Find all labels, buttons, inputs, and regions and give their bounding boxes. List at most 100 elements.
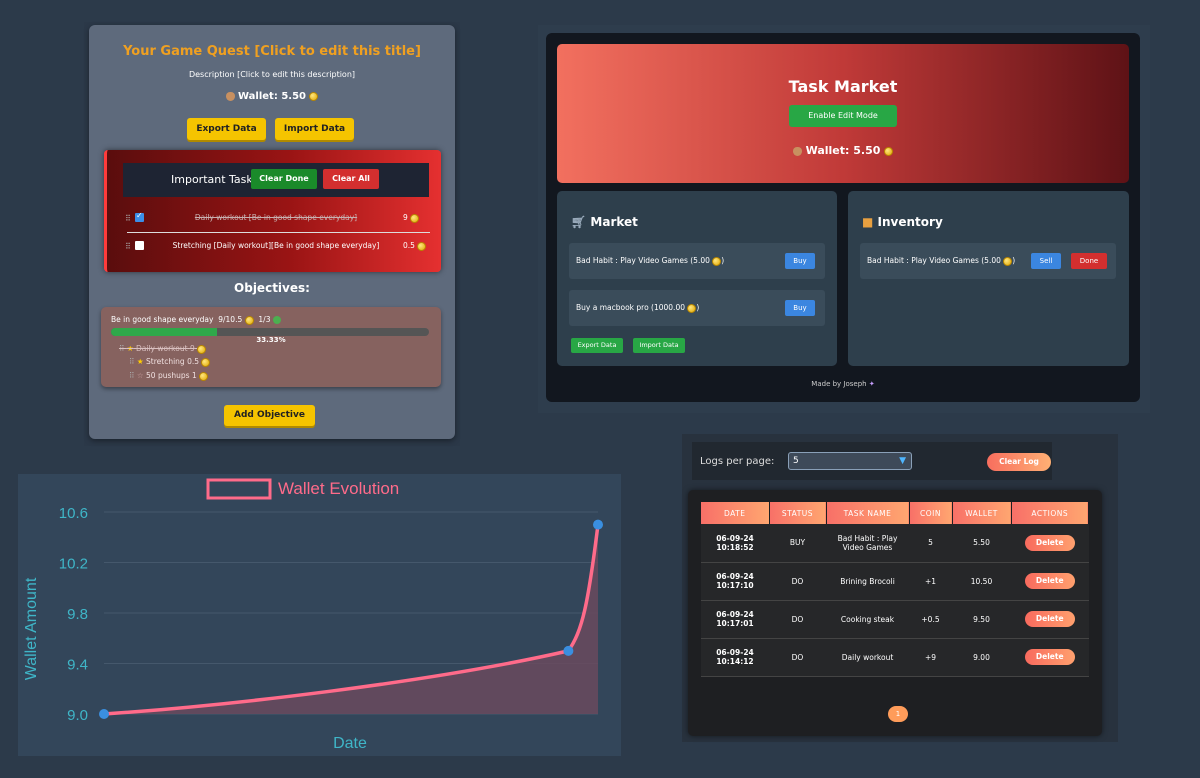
logs-per-page-select[interactable]: 5 ▼ xyxy=(788,452,912,470)
clear-all-button[interactable]: Clear All xyxy=(323,169,379,189)
chevron-down-icon: ▼ xyxy=(899,456,906,466)
export-data-button[interactable]: Export Data xyxy=(187,118,266,140)
objective-count: 1/3 xyxy=(258,315,271,324)
cell-coin: +9 xyxy=(909,638,952,677)
market-section-label: Market xyxy=(590,215,638,229)
buy-button[interactable]: Buy xyxy=(785,300,815,316)
market-frame: Task Market Enable Edit Mode Wallet: 5.5… xyxy=(546,33,1140,402)
buy-button[interactable]: Buy xyxy=(785,253,815,269)
wallet-chart: Wallet Evolution Wallet Amount Date 9.0 9… xyxy=(23,478,603,752)
drag-handle-icon[interactable]: ⠿ xyxy=(129,371,135,380)
market-import-button[interactable]: Import Data xyxy=(633,338,685,353)
quest-panel: Your Game Quest [Click to edit this titl… xyxy=(84,22,460,446)
task-text: Stretching [Daily workout][Be in good sh… xyxy=(172,241,380,250)
task-value: 0.5 xyxy=(403,241,433,251)
market-item: Buy a macbook pro (1000.00 ) Buy xyxy=(569,290,825,326)
logs-panel: Logs per page: 5 ▼ Clear Log DATE STATUS… xyxy=(682,434,1118,742)
clear-done-button[interactable]: Clear Done xyxy=(251,169,317,189)
objective-coins: 9/10.5 xyxy=(218,315,243,324)
inventory-item: Bad Habit : Play Video Games (5.00 ) Sel… xyxy=(860,243,1116,279)
star-icon: ★ xyxy=(136,357,144,366)
drag-handle-icon[interactable]: ⠿ xyxy=(129,357,135,366)
y-tick-label: 10.2 xyxy=(59,556,88,573)
y-tick-label: 9.0 xyxy=(67,707,88,724)
col-header-coin: COIN xyxy=(909,502,953,524)
coin-icon xyxy=(201,357,211,367)
data-point[interactable] xyxy=(99,709,109,719)
drag-handle-icon[interactable]: ⠿ xyxy=(125,214,131,223)
cell-status: DO xyxy=(769,638,826,677)
delete-button[interactable]: Delete xyxy=(1024,611,1075,627)
data-point[interactable] xyxy=(563,645,574,656)
market-item-text: Bad Habit : Play Video Games (5.00 ) xyxy=(576,256,725,266)
y-axis-label: Wallet Amount xyxy=(23,577,40,680)
objective-progress-bar xyxy=(111,328,429,336)
delete-button[interactable]: Delete xyxy=(1024,534,1075,551)
y-tick-label: 9.4 xyxy=(67,657,88,674)
market-item: Bad Habit : Play Video Games (5.00 ) Buy xyxy=(569,243,825,279)
coin-icon xyxy=(410,213,420,223)
drag-handle-icon[interactable]: ⠿ xyxy=(119,344,125,353)
task-value: 9 xyxy=(403,213,433,223)
task-value-number: 0.5 xyxy=(403,241,415,250)
coin-icon xyxy=(197,344,207,354)
sparkle-icon: ✦ xyxy=(868,380,875,388)
delete-button[interactable]: Delete xyxy=(1024,649,1075,665)
task-row: ⠿ Stretching [Daily workout][Be in good … xyxy=(123,238,433,258)
delete-button[interactable]: Delete xyxy=(1024,573,1075,589)
task-text: Daily workout [Be in good shape everyday… xyxy=(194,213,358,222)
logs-table-card: DATE STATUS TASK NAME COIN WALLET ACTION… xyxy=(688,490,1102,736)
quest-title[interactable]: Your Game Quest [Click to edit this titl… xyxy=(89,44,455,59)
import-data-button[interactable]: Import Data xyxy=(275,118,354,140)
task-value-number: 9 xyxy=(403,213,408,222)
quest-description[interactable]: Description [Click to edit this descript… xyxy=(89,70,455,79)
data-point[interactable] xyxy=(593,519,603,530)
chart-title: Wallet Evolution xyxy=(278,479,399,498)
logs-per-page-value: 5 xyxy=(793,456,799,466)
market-export-button[interactable]: Export Data xyxy=(571,338,623,353)
task-checkbox[interactable] xyxy=(135,211,144,222)
important-task-card: Important Task Clear Done Clear All ⠿ Da… xyxy=(104,150,441,272)
subtask-item: ⠿ ★ Stretching 0.5 xyxy=(129,357,211,367)
subtask-value: 1 xyxy=(191,371,197,380)
col-header-status: STATUS xyxy=(769,502,827,524)
market-header: Task Market Enable Edit Mode Wallet: 5.5… xyxy=(557,44,1129,183)
market-item-label: Bad Habit : Play Video Games (5.00 xyxy=(576,256,710,265)
objective-card: Be in good shape everyday 9/10.5 1/3 33.… xyxy=(101,307,441,387)
table-row: 06-09-24 10:18:52 BUY Bad Habit : Play V… xyxy=(701,524,1089,563)
cell-status: DO xyxy=(769,562,826,601)
market-panel: Task Market Enable Edit Mode Wallet: 5.5… xyxy=(538,25,1150,413)
done-button[interactable]: Done xyxy=(1071,253,1107,269)
cell-date: 06-09-24 10:17:01 xyxy=(701,600,769,639)
subtask-value: 9 xyxy=(189,344,195,353)
star-icon: ★ xyxy=(126,344,134,353)
table-row: 06-09-24 10:17:10 DO Brining Brocoli +1 … xyxy=(701,562,1089,601)
page-button[interactable]: 1 xyxy=(888,706,908,722)
inventory-section-title: ■ Inventory xyxy=(862,215,943,229)
box-icon: ■ xyxy=(862,215,874,229)
add-objective-button[interactable]: Add Objective xyxy=(224,405,315,426)
market-item-label: Buy a macbook pro (1000.00 xyxy=(576,303,685,312)
cell-wallet: 9.00 xyxy=(952,638,1011,677)
x-axis-label: Date xyxy=(333,735,367,752)
sell-button[interactable]: Sell xyxy=(1031,253,1061,269)
footer-text: Made by Joseph xyxy=(811,380,867,388)
task-checkbox[interactable] xyxy=(135,241,144,250)
inventory-column: ■ Inventory Bad Habit : Play Video Games… xyxy=(848,191,1129,366)
important-task-header: Important Task Clear Done Clear All xyxy=(123,163,429,197)
market-wallet: Wallet: 5.50 xyxy=(557,144,1129,157)
check-circle-icon xyxy=(272,316,281,324)
market-footer: Made by Joseph ✦ xyxy=(546,380,1140,388)
money-bag-icon xyxy=(225,91,235,101)
objective-name[interactable]: Be in good shape everyday xyxy=(111,315,213,324)
cell-wallet: 9.50 xyxy=(952,600,1011,639)
cell-status: BUY xyxy=(769,524,826,563)
cell-task: Bad Habit : Play Video Games xyxy=(826,524,909,563)
clear-log-button[interactable]: Clear Log xyxy=(987,453,1051,471)
task-divider xyxy=(127,232,430,233)
drag-handle-icon[interactable]: ⠿ xyxy=(125,242,131,251)
subtask-text: Daily workout xyxy=(136,344,188,353)
enable-edit-mode-button[interactable]: Enable Edit Mode xyxy=(789,105,897,127)
legend-swatch[interactable] xyxy=(206,478,272,500)
subtask-value: 0.5 xyxy=(187,357,199,366)
